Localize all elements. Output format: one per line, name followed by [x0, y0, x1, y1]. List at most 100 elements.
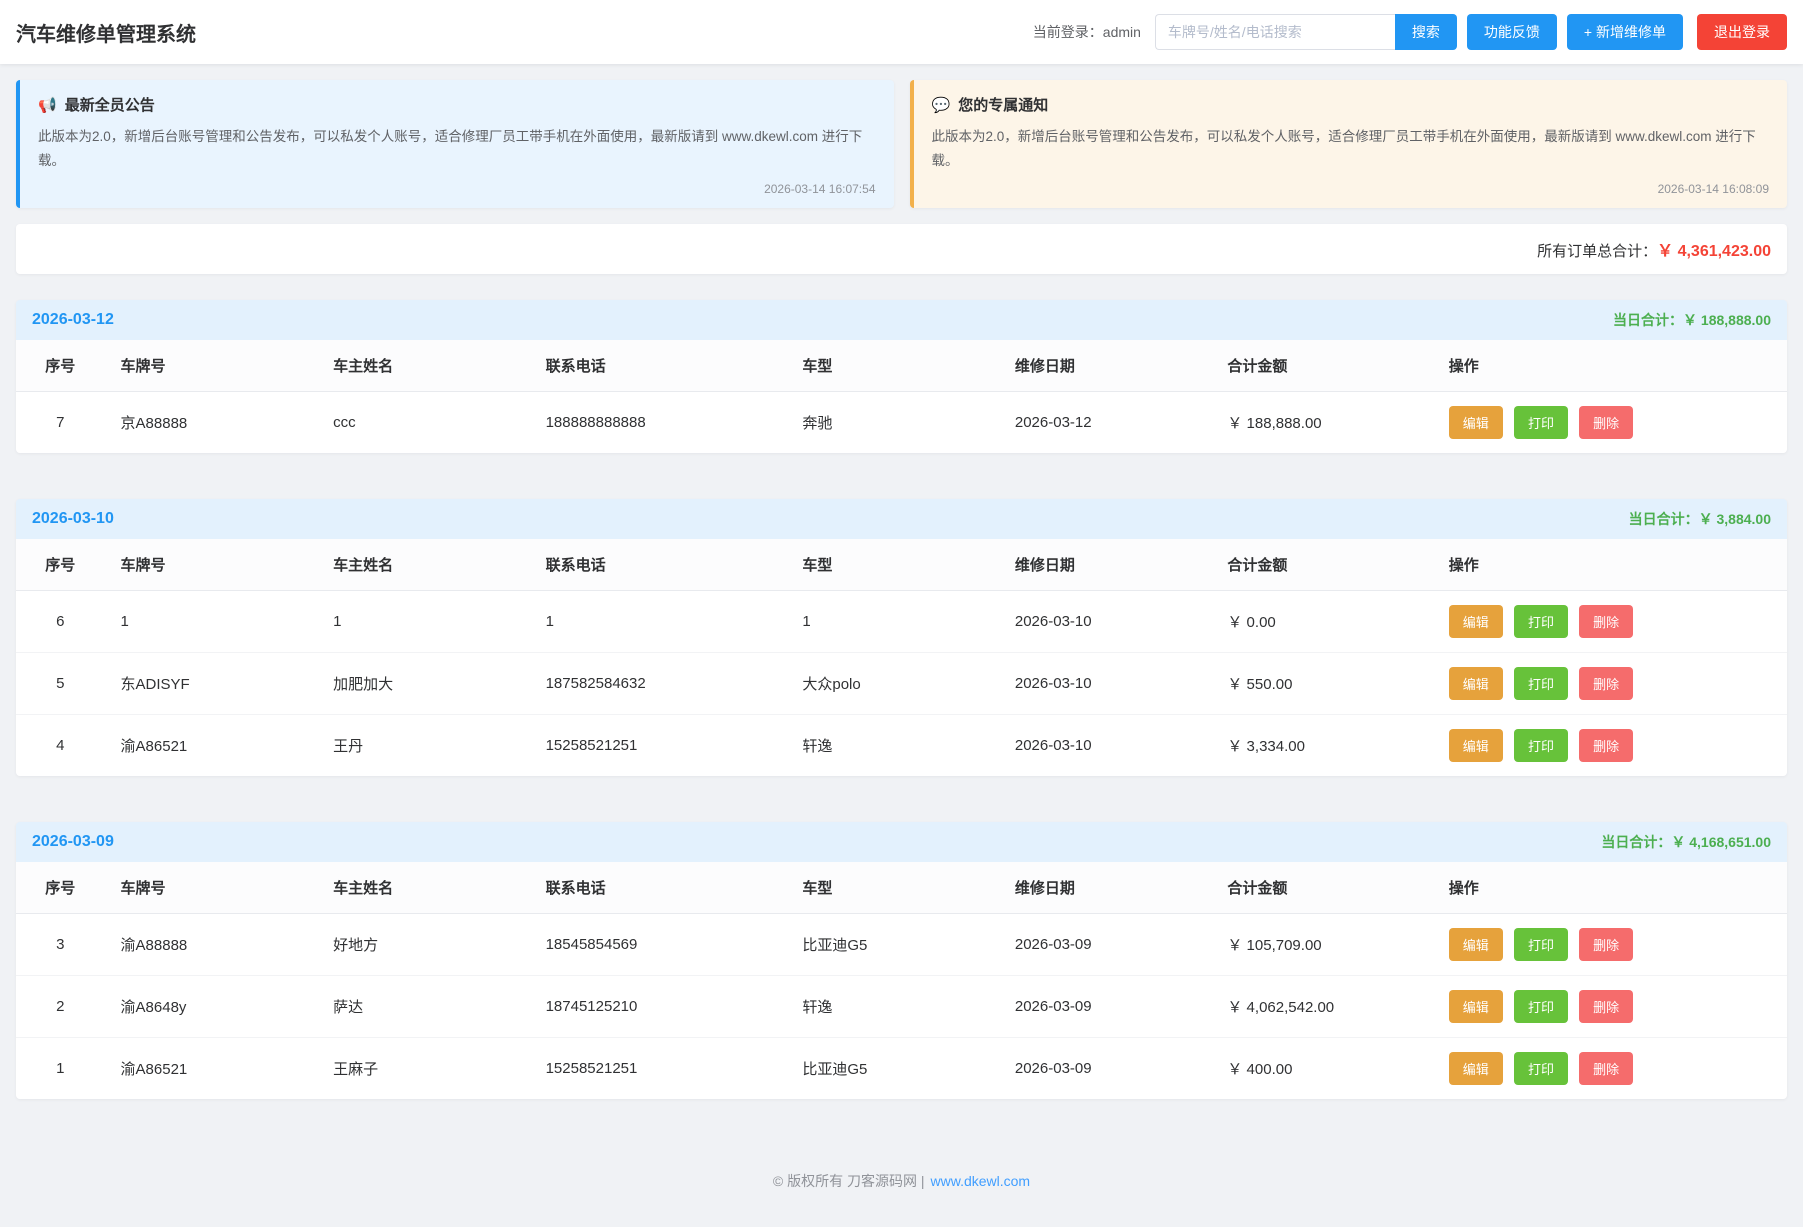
logout-button[interactable]: 退出登录: [1697, 14, 1787, 50]
daily-total-label: 当日合计：: [1629, 511, 1699, 527]
cell-model: 比亚迪G5: [786, 913, 999, 975]
cell-phone: 18545854569: [530, 913, 787, 975]
cell-owner: 王丹: [317, 714, 530, 776]
column-header: 维修日期: [999, 340, 1212, 392]
cell-owner: ccc: [317, 391, 530, 453]
print-button[interactable]: 打印: [1514, 605, 1568, 638]
orders-table: 序号车牌号车主姓名联系电话车型维修日期合计金额操作 3 渝A88888 好地方 …: [16, 862, 1787, 1099]
print-button[interactable]: 打印: [1514, 406, 1568, 439]
announcement-title-row: 📢 最新全员公告: [38, 94, 876, 115]
cell-amount: ￥ 4,062,542.00: [1211, 975, 1432, 1037]
cell-repair-date: 2026-03-10: [999, 590, 1212, 652]
edit-button[interactable]: 编辑: [1449, 928, 1503, 961]
personal-notice-timestamp: 2026-03-14 16:08:09: [932, 174, 1770, 196]
date-group-header: 2026-03-10 当日合计：￥ 3,884.00: [16, 499, 1787, 539]
cell-owner: 加肥加大: [317, 652, 530, 714]
delete-button[interactable]: 删除: [1579, 1052, 1633, 1085]
announcement-card: 📢 最新全员公告 此版本为2.0，新增后台账号管理和公告发布，可以私发个人账号，…: [16, 80, 894, 208]
cell-plate: 渝A86521: [105, 714, 318, 776]
cell-amount: ￥ 400.00: [1211, 1037, 1432, 1099]
edit-button[interactable]: 编辑: [1449, 990, 1503, 1023]
column-header: 联系电话: [530, 862, 787, 914]
cell-repair-date: 2026-03-10: [999, 652, 1212, 714]
cell-owner: 王麻子: [317, 1037, 530, 1099]
current-user: admin: [1103, 24, 1141, 40]
cell-seq: 7: [16, 391, 105, 453]
group-daily-total: 当日合计：￥ 4,168,651.00: [1601, 832, 1771, 852]
cell-model: 奔驰: [786, 391, 999, 453]
delete-button[interactable]: 删除: [1579, 605, 1633, 638]
column-header: 车牌号: [105, 340, 318, 392]
column-header: 车牌号: [105, 539, 318, 591]
table-row: 5 东ADISYF 加肥加大 187582584632 大众polo 2026-…: [16, 652, 1787, 714]
cell-repair-date: 2026-03-09: [999, 913, 1212, 975]
delete-button[interactable]: 删除: [1579, 667, 1633, 700]
cell-model: 轩逸: [786, 975, 999, 1037]
cell-repair-date: 2026-03-09: [999, 975, 1212, 1037]
footer: © 版权所有 刀客源码网 | www.dkewl.com: [0, 1145, 1803, 1227]
edit-button[interactable]: 编辑: [1449, 729, 1503, 762]
search-input[interactable]: [1155, 14, 1395, 50]
cell-actions: 编辑 打印 删除: [1433, 590, 1787, 652]
table-row: 4 渝A86521 王丹 15258521251 轩逸 2026-03-10 ￥…: [16, 714, 1787, 776]
print-button[interactable]: 打印: [1514, 990, 1568, 1023]
cell-phone: 15258521251: [530, 714, 787, 776]
grand-total-bar: 所有订单总合计：￥ 4,361,423.00: [16, 224, 1787, 274]
edit-button[interactable]: 编辑: [1449, 1052, 1503, 1085]
search-button[interactable]: 搜索: [1395, 14, 1457, 50]
cell-repair-date: 2026-03-09: [999, 1037, 1212, 1099]
cell-owner: 萨达: [317, 975, 530, 1037]
app-title: 汽车维修单管理系统: [16, 18, 196, 47]
edit-button[interactable]: 编辑: [1449, 667, 1503, 700]
column-header: 车主姓名: [317, 862, 530, 914]
column-header: 合计金额: [1211, 862, 1432, 914]
topbar-actions: 当前登录：admin 搜索 功能反馈 + 新增维修单 退出登录: [1033, 14, 1787, 50]
megaphone-icon: 📢: [38, 96, 57, 114]
feedback-button[interactable]: 功能反馈: [1467, 14, 1557, 50]
topbar: 汽车维修单管理系统 当前登录：admin 搜索 功能反馈 + 新增维修单 退出登…: [0, 0, 1803, 64]
print-button[interactable]: 打印: [1514, 729, 1568, 762]
delete-button[interactable]: 删除: [1579, 729, 1633, 762]
cell-repair-date: 2026-03-12: [999, 391, 1212, 453]
print-button[interactable]: 打印: [1514, 667, 1568, 700]
personal-notice-title-row: 💬 您的专属通知: [932, 94, 1770, 115]
delete-button[interactable]: 删除: [1579, 990, 1633, 1023]
daily-total-label: 当日合计：: [1613, 312, 1683, 328]
order-groups: 2026-03-12 当日合计：￥ 188,888.00 序号车牌号车主姓名联系…: [0, 300, 1803, 1099]
print-button[interactable]: 打印: [1514, 1052, 1568, 1085]
cell-actions: 编辑 打印 删除: [1433, 714, 1787, 776]
cell-model: 大众polo: [786, 652, 999, 714]
column-header: 维修日期: [999, 862, 1212, 914]
speech-bubble-icon: 💬: [932, 96, 951, 114]
copyright-text: © 版权所有 刀客源码网 |: [773, 1173, 925, 1189]
grand-total-label: 所有订单总合计：: [1537, 243, 1657, 260]
announcement-title: 最新全员公告: [65, 94, 155, 115]
column-header: 车牌号: [105, 862, 318, 914]
edit-button[interactable]: 编辑: [1449, 605, 1503, 638]
footer-link[interactable]: www.dkewl.com: [931, 1173, 1031, 1189]
group-daily-total: 当日合计：￥ 3,884.00: [1629, 509, 1771, 529]
cell-model: 比亚迪G5: [786, 1037, 999, 1099]
column-header: 序号: [16, 539, 105, 591]
column-header: 联系电话: [530, 340, 787, 392]
add-repair-order-button[interactable]: + 新增维修单: [1567, 14, 1683, 50]
print-button[interactable]: 打印: [1514, 928, 1568, 961]
edit-button[interactable]: 编辑: [1449, 406, 1503, 439]
orders-table: 序号车牌号车主姓名联系电话车型维修日期合计金额操作 6 1 1 1 1 2026…: [16, 539, 1787, 776]
column-header: 合计金额: [1211, 340, 1432, 392]
cell-seq: 6: [16, 590, 105, 652]
column-header: 序号: [16, 862, 105, 914]
group-date: 2026-03-10: [32, 510, 114, 528]
cell-amount: ￥ 550.00: [1211, 652, 1432, 714]
cell-model: 1: [786, 590, 999, 652]
cell-seq: 4: [16, 714, 105, 776]
personal-notice-title: 您的专属通知: [958, 94, 1048, 115]
group-daily-total: 当日合计：￥ 188,888.00: [1613, 310, 1771, 330]
cell-actions: 编辑 打印 删除: [1433, 391, 1787, 453]
column-header: 序号: [16, 340, 105, 392]
column-header: 车型: [786, 539, 999, 591]
cell-plate: 东ADISYF: [105, 652, 318, 714]
cell-plate: 京A88888: [105, 391, 318, 453]
delete-button[interactable]: 删除: [1579, 928, 1633, 961]
delete-button[interactable]: 删除: [1579, 406, 1633, 439]
